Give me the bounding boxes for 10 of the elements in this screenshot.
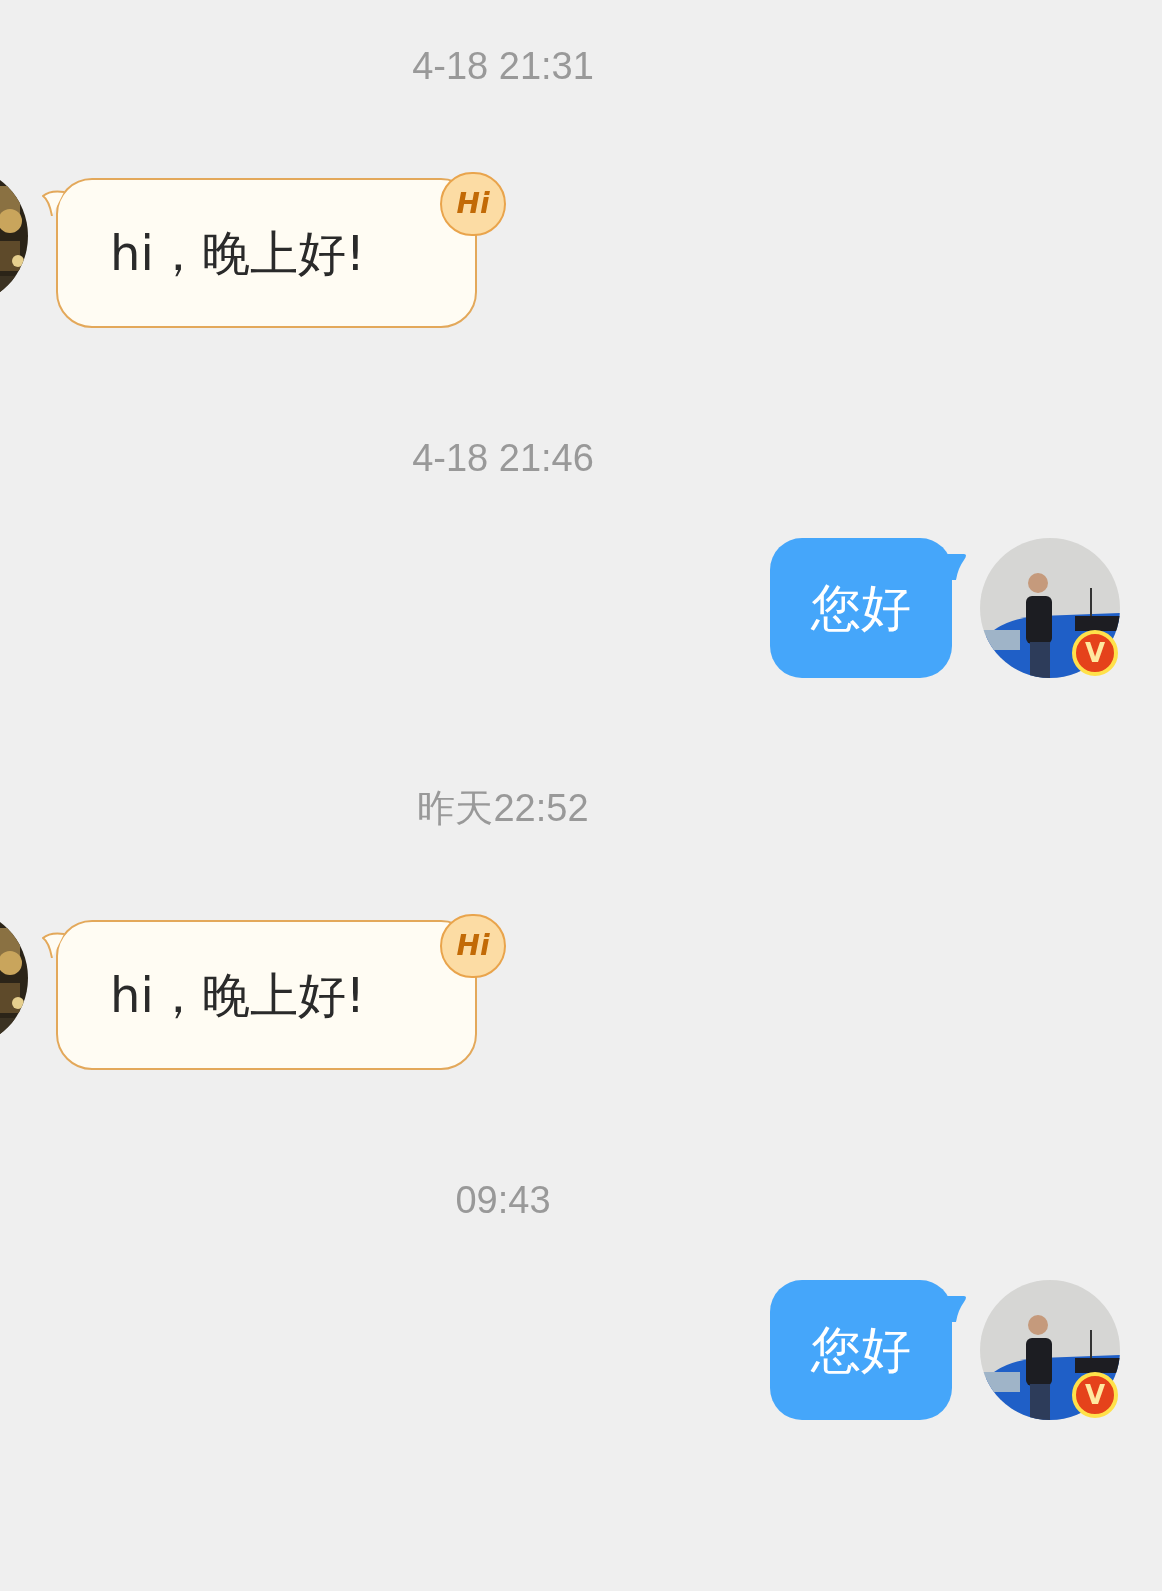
message-bubble: 您好 — [770, 538, 952, 678]
bubble-tail — [944, 552, 968, 582]
timestamp: 09:43 — [455, 1181, 551, 1219]
timestamp: 昨天22:52 — [417, 789, 589, 827]
message-bubble: 您好 — [770, 1280, 952, 1420]
timestamp: 4-18 21:31 — [412, 47, 594, 85]
hi-badge: Hi — [440, 172, 506, 236]
hi-badge: Hi — [440, 914, 506, 978]
bubble-tail — [944, 1294, 968, 1324]
timestamp: 4-18 21:46 — [412, 439, 594, 477]
